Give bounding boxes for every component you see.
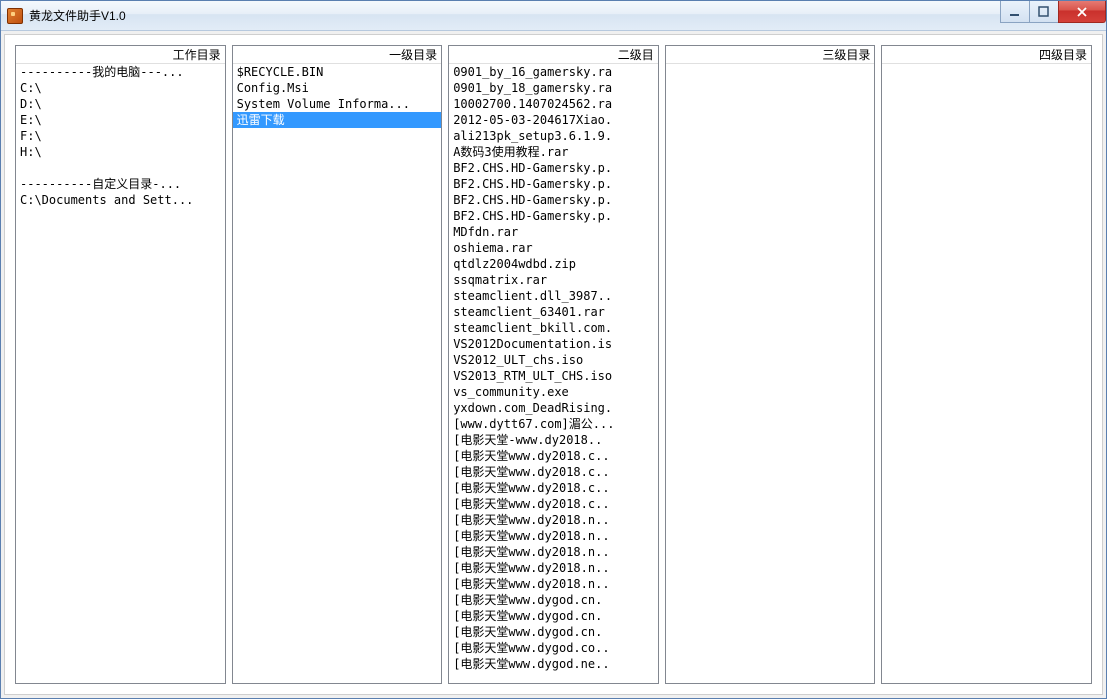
- level2-item[interactable]: VS2012_ULT_chs.iso: [449, 352, 658, 368]
- level2-item[interactable]: 0901_by_18_gamersky.ra: [449, 80, 658, 96]
- workdir-drive[interactable]: F:\: [16, 128, 225, 144]
- level2-item[interactable]: [电影天堂-www.dy2018..: [449, 432, 658, 448]
- level2-item[interactable]: [电影天堂www.dy2018.c..: [449, 448, 658, 464]
- close-icon: [1075, 6, 1089, 18]
- level2-item[interactable]: steamclient.dll_3987..: [449, 288, 658, 304]
- overflow-filler: [449, 672, 658, 673]
- app-icon: [7, 8, 23, 24]
- column-body-level2[interactable]: 0901_by_16_gamersky.ra0901_by_18_gamersk…: [449, 64, 658, 683]
- level2-item[interactable]: [电影天堂www.dy2018.c..: [449, 480, 658, 496]
- workdir-section-custom[interactable]: ----------自定义目录-...: [16, 176, 225, 192]
- workdir-custom-path[interactable]: C:\Documents and Sett...: [16, 192, 225, 208]
- level2-item[interactable]: yxdown.com_DeadRising.: [449, 400, 658, 416]
- level2-item[interactable]: ssqmatrix.rar: [449, 272, 658, 288]
- column-header-level1: 一级目录: [233, 46, 442, 64]
- level1-item[interactable]: $RECYCLE.BIN: [233, 64, 442, 80]
- level2-item[interactable]: A数码3使用教程.rar: [449, 144, 658, 160]
- level2-item[interactable]: steamclient_63401.rar: [449, 304, 658, 320]
- level2-item[interactable]: [电影天堂www.dy2018.n..: [449, 544, 658, 560]
- level1-item[interactable]: Config.Msi: [233, 80, 442, 96]
- level2-item[interactable]: VS2012Documentation.is: [449, 336, 658, 352]
- workdir-drive[interactable]: E:\: [16, 112, 225, 128]
- level2-item[interactable]: [电影天堂www.dy2018.n..: [449, 560, 658, 576]
- level2-item[interactable]: [电影天堂www.dygod.co..: [449, 640, 658, 656]
- client-area: 工作目录 ----------我的电脑---...C:\D:\E:\F:\H:\…: [4, 34, 1103, 695]
- column-body-level3[interactable]: [666, 64, 875, 683]
- level2-item[interactable]: [电影天堂www.dy2018.n..: [449, 512, 658, 528]
- level2-item[interactable]: VS2013_RTM_ULT_CHS.iso: [449, 368, 658, 384]
- level1-item[interactable]: 迅雷下载: [233, 112, 442, 128]
- spacer: [16, 160, 225, 176]
- minimize-icon: [1009, 6, 1021, 18]
- level2-item[interactable]: BF2.CHS.HD-Gamersky.p.: [449, 176, 658, 192]
- window-title: 黄龙文件助手V1.0: [29, 7, 126, 24]
- level2-item[interactable]: [电影天堂www.dygod.cn.: [449, 624, 658, 640]
- close-button[interactable]: [1058, 1, 1106, 23]
- maximize-icon: [1038, 6, 1050, 18]
- level2-item[interactable]: [电影天堂www.dy2018.c..: [449, 464, 658, 480]
- workdir-section-mypc[interactable]: ----------我的电脑---...: [16, 64, 225, 80]
- level2-item[interactable]: [电影天堂www.dy2018.n..: [449, 528, 658, 544]
- level2-item[interactable]: ali213pk_setup3.6.1.9.: [449, 128, 658, 144]
- column-header-level4: 四级目录: [882, 46, 1091, 64]
- level2-item[interactable]: BF2.CHS.HD-Gamersky.p.: [449, 192, 658, 208]
- maximize-button[interactable]: [1029, 1, 1059, 23]
- level2-item[interactable]: BF2.CHS.HD-Gamersky.p.: [449, 208, 658, 224]
- level2-item[interactable]: [电影天堂www.dygod.cn.: [449, 608, 658, 624]
- app-window: 黄龙文件助手V1.0 工作目录 ----------我的电脑---...C:\D…: [0, 0, 1107, 699]
- column-workdir: 工作目录 ----------我的电脑---...C:\D:\E:\F:\H:\…: [15, 45, 226, 684]
- level2-item[interactable]: [电影天堂www.dygod.ne..: [449, 656, 658, 672]
- level2-item[interactable]: 2012-05-03-204617Xiao.: [449, 112, 658, 128]
- window-buttons: [1001, 1, 1106, 23]
- level2-item[interactable]: 0901_by_16_gamersky.ra: [449, 64, 658, 80]
- workdir-drive[interactable]: H:\: [16, 144, 225, 160]
- level1-item[interactable]: System Volume Informa...: [233, 96, 442, 112]
- level2-item[interactable]: [电影天堂www.dygod.cn.: [449, 592, 658, 608]
- workdir-drive[interactable]: C:\: [16, 80, 225, 96]
- column-body-level1[interactable]: $RECYCLE.BINConfig.MsiSystem Volume Info…: [233, 64, 442, 683]
- column-body-level4[interactable]: [882, 64, 1091, 683]
- column-header-level2: 二级目: [449, 46, 658, 64]
- titlebar[interactable]: 黄龙文件助手V1.0: [1, 1, 1106, 31]
- level2-item[interactable]: oshiema.rar: [449, 240, 658, 256]
- column-header-workdir: 工作目录: [16, 46, 225, 64]
- column-level2: 二级目 0901_by_16_gamersky.ra0901_by_18_gam…: [448, 45, 659, 684]
- workdir-drive[interactable]: D:\: [16, 96, 225, 112]
- minimize-button[interactable]: [1000, 1, 1030, 23]
- column-level1: 一级目录 $RECYCLE.BINConfig.MsiSystem Volume…: [232, 45, 443, 684]
- level2-item[interactable]: steamclient_bkill.com.: [449, 320, 658, 336]
- column-body-workdir[interactable]: ----------我的电脑---...C:\D:\E:\F:\H:\ -----…: [16, 64, 225, 683]
- level2-item[interactable]: qtdlz2004wdbd.zip: [449, 256, 658, 272]
- level2-item[interactable]: [电影天堂www.dy2018.c..: [449, 496, 658, 512]
- level2-item[interactable]: vs_community.exe: [449, 384, 658, 400]
- column-header-level3: 三级目录: [666, 46, 875, 64]
- level2-item[interactable]: BF2.CHS.HD-Gamersky.p.: [449, 160, 658, 176]
- level2-item[interactable]: 10002700.1407024562.ra: [449, 96, 658, 112]
- level2-item[interactable]: [电影天堂www.dy2018.n..: [449, 576, 658, 592]
- column-level3: 三级目录: [665, 45, 876, 684]
- level2-item[interactable]: MDfdn.rar: [449, 224, 658, 240]
- column-level4: 四级目录: [881, 45, 1092, 684]
- level2-item[interactable]: [www.dytt67.com]湄公...: [449, 416, 658, 432]
